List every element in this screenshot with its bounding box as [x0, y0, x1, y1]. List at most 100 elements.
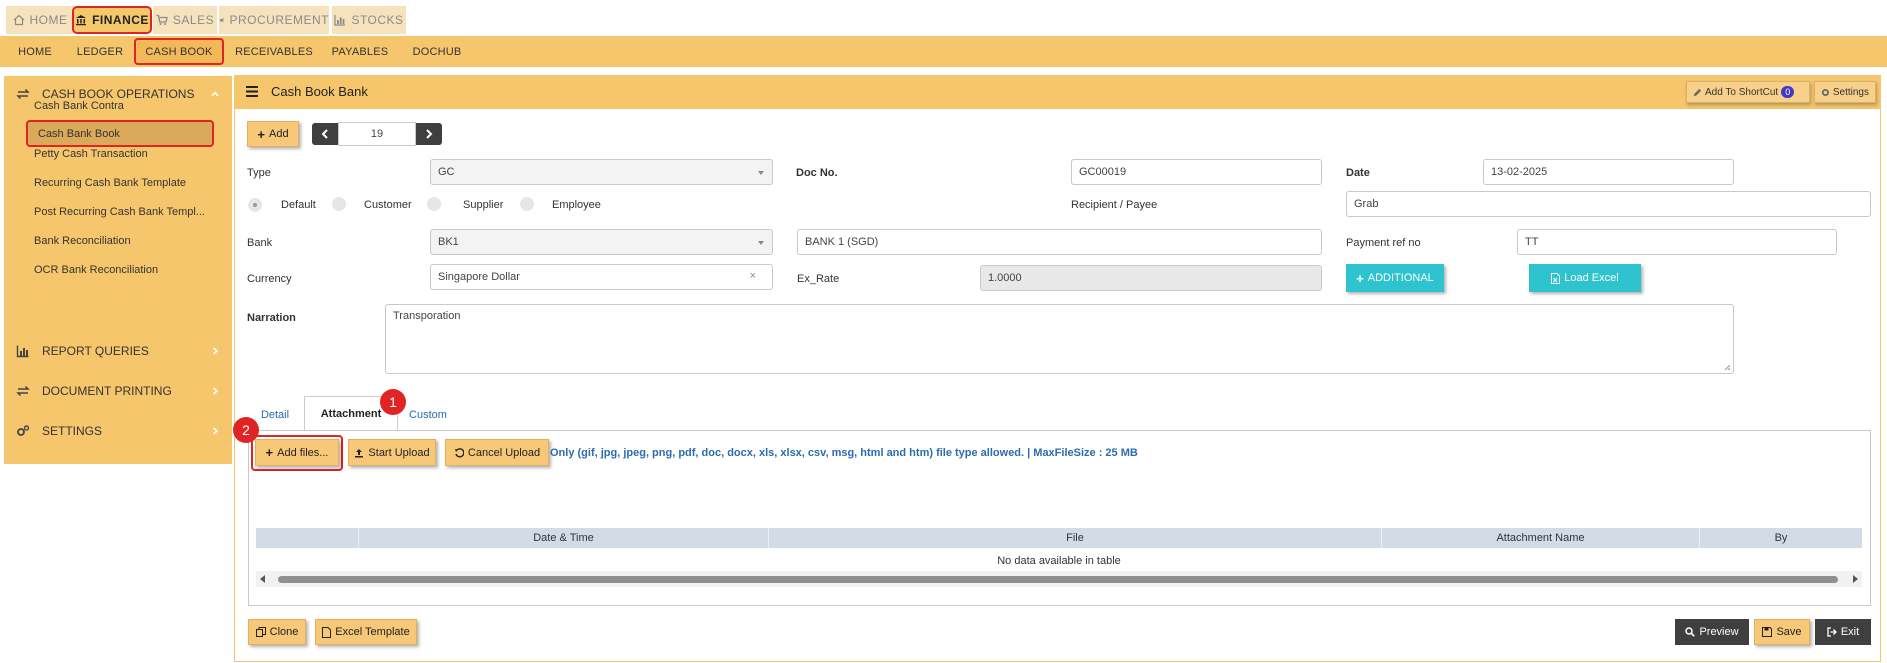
add-to-shortcut-button[interactable]: Add To ShortCut 0 [1686, 81, 1810, 103]
excel-template-button[interactable]: Excel Template [315, 619, 417, 645]
load-excel-button[interactable]: Load Excel [1529, 264, 1641, 292]
preview-button[interactable]: Preview [1675, 619, 1749, 645]
ex-rate-label: Ex_Rate [797, 273, 840, 285]
sidebar: CASH BOOK OPERATIONS Cash Bank Contra Ca… [4, 76, 232, 464]
exit-button[interactable]: Exit [1815, 619, 1871, 645]
sidebar-item-cash-bank-contra[interactable]: Cash Bank Contra [34, 100, 124, 112]
floppy-disk-icon [1762, 627, 1773, 637]
sidebar-section-label: DOCUMENT PRINTING [42, 384, 172, 398]
previous-record-button[interactable] [312, 123, 338, 145]
subnav-home[interactable]: HOME [8, 38, 62, 65]
save-button[interactable]: Save [1754, 619, 1810, 645]
chevron-right-icon [213, 387, 219, 395]
horizontal-scrollbar[interactable] [256, 571, 1862, 587]
sidebar-section-label: REPORT QUERIES [42, 344, 149, 358]
chevron-right-icon [213, 427, 219, 435]
radio-default[interactable] [248, 198, 262, 212]
dropdown-caret-icon [758, 171, 764, 175]
cancel-upload-label: Cancel Upload [467, 446, 541, 459]
chevron-up-icon [211, 91, 219, 97]
radio-employee-label: Employee [552, 199, 601, 211]
radio-supplier-label: Supplier [463, 199, 504, 211]
sidebar-section-settings[interactable]: SETTINGS [4, 417, 232, 445]
chevron-left-icon [321, 129, 328, 139]
clone-button[interactable]: Clone [248, 619, 306, 645]
exchange-icon [16, 385, 30, 397]
tab-detail[interactable]: Detail [256, 404, 294, 426]
exchange-icon [16, 88, 30, 100]
radio-customer[interactable] [332, 197, 346, 211]
bank-name-field[interactable]: BANK 1 (SGD) [797, 229, 1322, 255]
resize-handle-icon[interactable] [1724, 364, 1731, 371]
radio-customer-label: Customer [364, 199, 412, 211]
doc-no-input[interactable]: GC00019 [1071, 159, 1322, 185]
next-record-button[interactable] [416, 123, 442, 145]
bank-select[interactable]: BK1 [430, 229, 773, 255]
chevron-right-icon [426, 129, 433, 139]
date-input[interactable]: 13-02-2025 [1483, 159, 1734, 185]
additional-button[interactable]: + ADDITIONAL [1346, 264, 1444, 292]
cart-icon [156, 14, 168, 25]
add-files-label: Add files... [277, 446, 329, 459]
step-marker-1: 1 [380, 389, 406, 415]
module-tab-sales[interactable]: SALES [153, 6, 217, 34]
sidebar-item-post-recurring-cash-bank-template[interactable]: Post Recurring Cash Bank Templ... [34, 206, 205, 218]
start-upload-button[interactable]: Start Upload [348, 439, 436, 466]
subnav-cash-book[interactable]: CASH BOOK [134, 38, 224, 65]
file-excel-icon [1551, 272, 1561, 284]
module-tab-home[interactable]: HOME [6, 6, 74, 34]
bank-label: Bank [247, 237, 273, 249]
narration-textarea[interactable]: Transporation [385, 304, 1734, 374]
currency-select[interactable]: Singapore Dollar × [430, 264, 773, 290]
type-select[interactable]: GC [430, 159, 773, 185]
add-files-button[interactable]: + Add files... [255, 439, 339, 466]
exit-label: Exit [1840, 626, 1860, 638]
module-tab-finance[interactable]: FINANCE [72, 6, 152, 34]
sidebar-item-bank-reconciliation[interactable]: Bank Reconciliation [34, 235, 131, 247]
start-upload-label: Start Upload [368, 446, 430, 459]
recipient-label: Recipient / Payee [1071, 199, 1158, 211]
module-tab-label: SALES [172, 13, 215, 27]
record-number-field[interactable]: 19 [338, 122, 416, 146]
plus-icon: + [265, 445, 274, 460]
ex-rate-field: 1.0000 [980, 265, 1322, 291]
tab-custom[interactable]: Custom [405, 404, 451, 426]
sidebar-item-ocr-bank-reconciliation[interactable]: OCR Bank Reconciliation [34, 264, 158, 276]
undo-icon [454, 447, 464, 458]
subnav-receivables[interactable]: RECEIVABLES [232, 38, 316, 65]
cancel-upload-button[interactable]: Cancel Upload [445, 439, 549, 466]
subnav-dochub[interactable]: DOCHUB [404, 38, 470, 65]
sidebar-item-petty-cash-transaction[interactable]: Petty Cash Transaction [34, 148, 148, 160]
recipient-input[interactable]: Grab [1346, 191, 1871, 217]
column-header-date-time[interactable]: Date & Time [358, 528, 768, 548]
radio-employee[interactable] [520, 197, 534, 211]
sign-out-icon [1827, 627, 1837, 637]
add-button[interactable]: + Add [247, 121, 299, 147]
module-tab-label: PROCUREMENT [229, 13, 329, 27]
scroll-left-icon[interactable] [260, 575, 266, 583]
subnav-payables[interactable]: PAYABLES [326, 38, 394, 65]
subnav-ledger[interactable]: LEDGER [68, 38, 132, 65]
column-header-by[interactable]: By [1699, 528, 1862, 548]
column-header-attachment-name[interactable]: Attachment Name [1381, 528, 1699, 548]
module-tab-stocks[interactable]: STOCKS [332, 6, 406, 34]
attachment-table-header: Date & Time File Attachment Name By [256, 528, 1862, 548]
scrollbar-thumb[interactable] [278, 576, 1838, 583]
sidebar-section-report-queries[interactable]: REPORT QUERIES [4, 337, 232, 365]
sidebar-section-label: SETTINGS [42, 424, 103, 438]
file-type-notice: Only (gif, jpg, jpeg, png, pdf, doc, doc… [550, 447, 1138, 459]
settings-button[interactable]: Settings [1814, 81, 1876, 103]
sidebar-section-document-printing[interactable]: DOCUMENT PRINTING [4, 377, 232, 405]
column-header-file[interactable]: File [768, 528, 1381, 548]
scroll-right-icon[interactable] [1852, 575, 1858, 583]
clear-icon[interactable]: × [750, 270, 756, 282]
menu-icon[interactable] [246, 86, 258, 97]
payment-ref-input[interactable]: TT [1517, 229, 1837, 255]
page-title: Cash Book Bank [271, 84, 368, 99]
add-to-shortcut-label: Add To ShortCut [1705, 86, 1779, 98]
module-tab-procurement[interactable]: PROCUREMENT [219, 6, 329, 34]
bar-chart-icon [334, 15, 346, 26]
radio-supplier[interactable] [427, 197, 441, 211]
sidebar-item-cash-bank-book[interactable]: Cash Bank Book [26, 120, 214, 147]
sidebar-item-recurring-cash-bank-template[interactable]: Recurring Cash Bank Template [34, 177, 186, 189]
